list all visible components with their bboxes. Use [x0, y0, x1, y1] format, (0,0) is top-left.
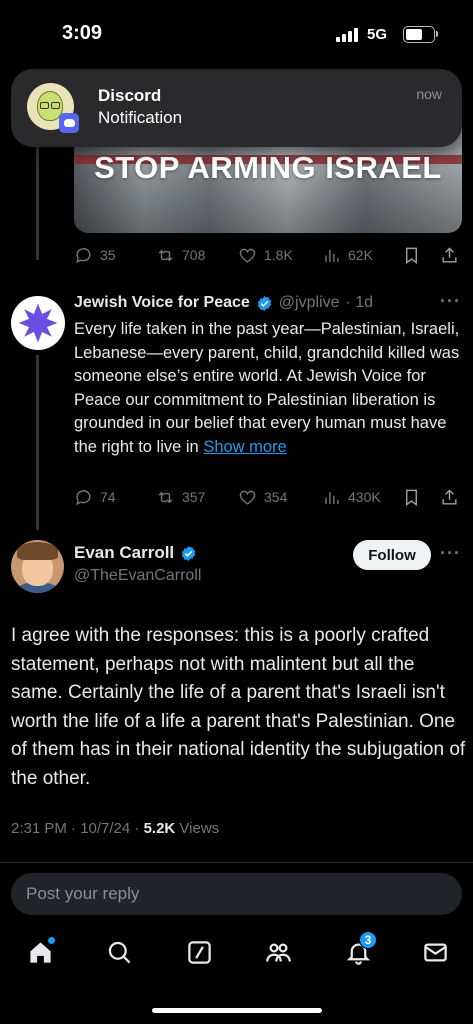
- notification-banner[interactable]: Discord Notification now: [11, 69, 462, 147]
- home-unread-dot: [48, 937, 55, 944]
- follow-button[interactable]: Follow: [353, 540, 431, 570]
- search-icon: [108, 941, 130, 963]
- notification-title: Discord: [98, 86, 162, 105]
- mail-icon: [423, 943, 447, 961]
- avatar[interactable]: [11, 296, 65, 350]
- view-count: 430K: [348, 489, 381, 505]
- repost-button[interactable]: 708: [156, 246, 205, 265]
- bookmark-button[interactable]: [402, 246, 421, 265]
- like-count: 354: [264, 489, 288, 505]
- views-icon: [325, 249, 339, 262]
- nav-home[interactable]: [25, 937, 55, 967]
- repost-count: 357: [182, 489, 206, 505]
- author-name[interactable]: Jewish Voice for Peace: [74, 294, 250, 312]
- repost-button[interactable]: 357: [156, 488, 205, 507]
- heart-icon: [239, 490, 256, 505]
- discord-icon: [59, 113, 79, 133]
- bookmark-icon: [406, 247, 417, 264]
- views-icon: [325, 491, 339, 504]
- bookmark-icon: [406, 489, 417, 506]
- author-row: Jewish Voice for Peace @jvplive · 1d: [74, 294, 373, 312]
- tweet-text: Every life taken in the past year—Palest…: [74, 318, 466, 459]
- jvp-logo-icon: [18, 303, 58, 343]
- reply-count: 74: [100, 489, 116, 505]
- nav-notifications[interactable]: 3: [343, 931, 377, 967]
- views-button[interactable]: 430K: [322, 488, 381, 507]
- repost-count: 708: [182, 247, 206, 263]
- reply-icon: [76, 247, 91, 263]
- share-button[interactable]: [440, 488, 459, 507]
- views-label: Views: [175, 820, 220, 837]
- status-bar: 3:09 5G: [0, 0, 473, 60]
- timestamp: 2:31 PM · 10/7/24 ·: [11, 820, 144, 837]
- reply-button[interactable]: 35: [74, 246, 116, 265]
- like-count: 1.8K: [264, 247, 293, 263]
- more-options-button[interactable]: ···: [440, 291, 461, 312]
- author-handle[interactable]: @jvplive: [279, 294, 340, 312]
- thread-line: [36, 355, 39, 530]
- repost-icon: [158, 249, 173, 261]
- views-button[interactable]: 62K: [322, 246, 373, 265]
- signal-icon: [336, 28, 358, 42]
- reply-button[interactable]: 74: [74, 488, 116, 507]
- author-handle[interactable]: @TheEvanCarroll: [74, 567, 201, 585]
- more-options-button[interactable]: ···: [440, 543, 461, 564]
- tweet-text: I agree with the responses: this is a po…: [11, 625, 466, 789]
- like-button[interactable]: 354: [238, 488, 287, 507]
- bookmark-button[interactable]: [402, 488, 421, 507]
- nav-grok[interactable]: [184, 937, 214, 967]
- notification-body: Notification: [98, 108, 183, 127]
- share-button[interactable]: [440, 246, 459, 265]
- verified-badge-icon: [181, 545, 196, 561]
- reply-box[interactable]: [11, 873, 462, 915]
- post-time: · 1d: [345, 294, 374, 311]
- tweet-actions: 74 357 354 430K: [74, 485, 462, 509]
- network-type: 5G: [367, 26, 388, 43]
- reply-count: 35: [100, 247, 116, 263]
- battery-icon: [403, 26, 435, 43]
- share-icon: [442, 488, 457, 505]
- author-row: Evan Carroll: [74, 543, 197, 563]
- nav-messages[interactable]: [420, 937, 450, 967]
- avatar[interactable]: [11, 540, 64, 593]
- reply-icon: [76, 489, 91, 505]
- reply-input[interactable]: [26, 884, 462, 904]
- notification-time: now: [416, 86, 442, 102]
- thread-line: [36, 145, 39, 260]
- tweet-actions: 35 708 1.8K 62K: [74, 243, 462, 267]
- tweet-meta: 2:31 PM · 10/7/24 · 5.2K Views: [11, 820, 219, 837]
- view-count: 62K: [348, 247, 373, 263]
- tweet-body: Every life taken in the past year—Palest…: [74, 320, 460, 456]
- grok-icon: [187, 940, 211, 964]
- show-more-link[interactable]: Show more: [203, 438, 286, 456]
- author-name[interactable]: Evan Carroll: [74, 543, 174, 563]
- share-icon: [442, 246, 457, 263]
- like-button[interactable]: 1.8K: [238, 246, 293, 265]
- nav-search[interactable]: [104, 937, 134, 967]
- view-count: 5.2K: [143, 820, 176, 837]
- image-caption: STOP ARMING ISRAEL: [94, 150, 442, 185]
- home-indicator: [152, 1008, 322, 1013]
- status-time: 3:09: [62, 22, 103, 44]
- heart-icon: [239, 248, 256, 263]
- verified-badge-icon: [257, 295, 272, 311]
- notification-count-badge: 3: [359, 931, 377, 949]
- repost-icon: [158, 491, 173, 503]
- communities-icon: [265, 943, 291, 962]
- nav-communities[interactable]: [263, 937, 293, 967]
- bottom-nav: 3: [0, 925, 473, 981]
- divider: [0, 862, 473, 863]
